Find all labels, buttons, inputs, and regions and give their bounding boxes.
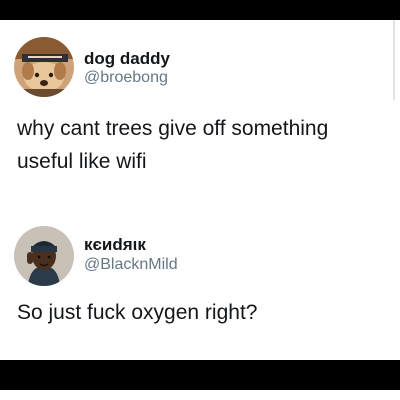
tweet-text: So just fuck oxygen right? bbox=[17, 296, 387, 329]
user-handle[interactable]: @BlacknMild bbox=[84, 256, 178, 274]
display-name[interactable]: dog daddy bbox=[84, 49, 170, 69]
display-name[interactable]: кєиdяιк bbox=[84, 235, 146, 255]
dog-avatar-image bbox=[14, 37, 74, 97]
user-handle[interactable]: @broebong bbox=[84, 69, 168, 87]
person-avatar-image bbox=[14, 226, 74, 286]
bottom-white-strip bbox=[0, 390, 400, 400]
top-black-bar bbox=[0, 0, 400, 20]
tweet-text: why cant trees give off something useful… bbox=[17, 112, 387, 178]
avatar[interactable] bbox=[14, 226, 74, 286]
tweet-text-line: So just fuck oxygen right? bbox=[17, 301, 258, 324]
card-edge-divider bbox=[393, 20, 395, 100]
bottom-black-bar bbox=[0, 360, 400, 390]
tweet-text-line: useful like wifi bbox=[17, 150, 147, 173]
tweet-text-line: why cant trees give off something bbox=[17, 117, 329, 140]
avatar[interactable] bbox=[14, 37, 74, 97]
